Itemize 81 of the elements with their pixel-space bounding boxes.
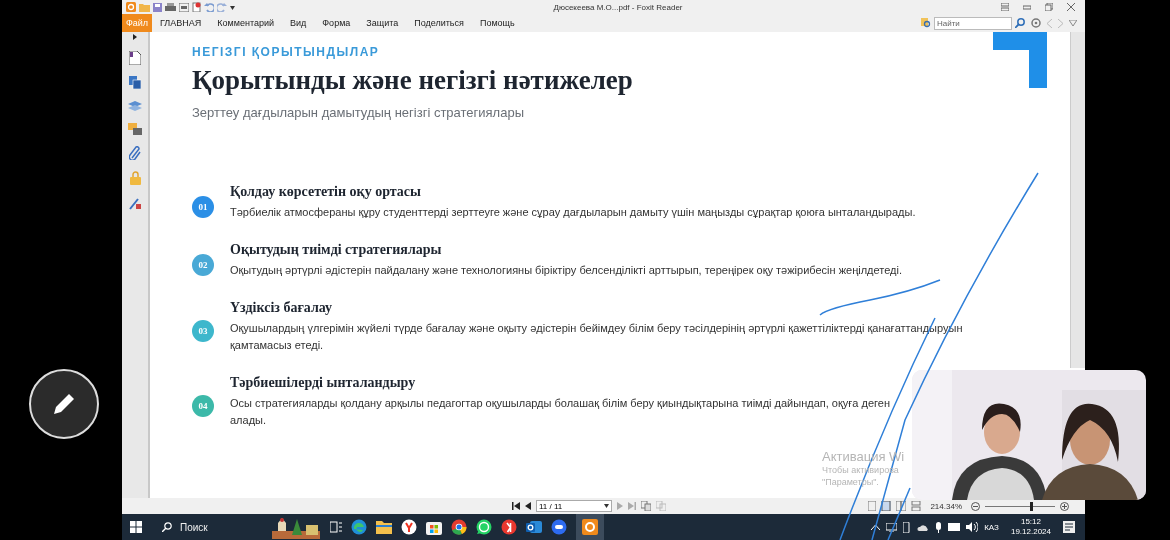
pages-icon[interactable] (129, 76, 141, 89)
pages-view-icon[interactable] (641, 501, 651, 511)
search-field[interactable]: Найти (934, 16, 1012, 30)
item-heading: Үздіксіз бағалау (230, 300, 334, 316)
menu-tab[interactable]: ГЛАВНАЯ (152, 14, 210, 32)
whatsapp-icon[interactable] (476, 519, 492, 535)
zoom-level[interactable]: 214.34% (930, 501, 962, 511)
menu-tab[interactable]: Комментарий (209, 14, 282, 32)
page-icon[interactable] (129, 51, 141, 65)
app-logo-icon (582, 519, 598, 535)
windows-icon (130, 521, 142, 533)
page-number-field[interactable]: 11 / 11 (536, 500, 612, 512)
slide-title: Қорытынды және негізгі нәтижелер (192, 65, 634, 96)
speaker-icon[interactable] (966, 522, 979, 532)
item-description: Тәрбиелік атмосфераны құру студенттерді зерттеуге және сұрау дағдыларын дамыту үшін маңызды сұрақтар қоюға ынталандырады. (230, 205, 917, 220)
continuous-page-icon[interactable] (881, 501, 892, 511)
number-badge: 02 (192, 253, 214, 276)
scan-icon[interactable] (179, 2, 189, 12)
notifications-icon[interactable] (1063, 521, 1075, 533)
zoom-out-icon[interactable] (971, 501, 980, 511)
menu-tab[interactable]: Поделиться (406, 14, 472, 32)
outlook-icon[interactable] (526, 519, 542, 535)
display-icon[interactable] (886, 522, 898, 532)
facing-pages-icon[interactable] (896, 501, 907, 511)
continuous-facing-icon[interactable] (911, 501, 922, 511)
scrollbar[interactable] (1070, 32, 1085, 368)
slider-thumb[interactable] (1029, 501, 1033, 511)
phone-icon[interactable] (903, 521, 912, 533)
taskbar-app-button[interactable] (576, 514, 604, 540)
dropdown-icon[interactable] (1069, 20, 1077, 26)
search-icon (162, 522, 172, 532)
town-drawing (270, 515, 322, 539)
menu-tab[interactable]: Вид (282, 14, 315, 32)
language-indicator[interactable]: КАЗ (984, 522, 999, 532)
chevron-up-icon[interactable] (871, 524, 881, 530)
signature-icon[interactable] (128, 196, 142, 210)
corner-decoration (993, 32, 1047, 88)
item-description: Осы стратегияларды қолдану арқылы педагогтар оқушыларды болашақ білім беру қиындықтарына тиімді дайындап, оқуға деген алады. (230, 396, 891, 428)
comments-icon[interactable] (128, 123, 142, 135)
layers-icon[interactable] (128, 100, 142, 112)
menu-tab[interactable]: Форма (314, 14, 359, 32)
new-document-icon[interactable] (192, 2, 201, 12)
folder-icon[interactable] (376, 520, 392, 534)
chrome-icon[interactable] (451, 519, 467, 535)
item-description: Оқытудың әртүрлі әдістерін пайдалану және технологияны біріктіру белсенділікті арттырып, тереңірек оқу тәжірибесін жеңілдетеді. (230, 263, 903, 278)
menu-tab[interactable]: Защита (358, 14, 407, 32)
search-icon[interactable] (1015, 18, 1025, 28)
find-icon[interactable] (921, 18, 931, 28)
edge-icon[interactable] (351, 519, 367, 535)
item-heading: Оқытудың тиімді стратегиялары (230, 242, 443, 258)
window-title: Дюсекеева М.О...pdf - Foxit Reader (552, 2, 684, 12)
caret-icon (604, 504, 609, 508)
gear-icon[interactable] (1031, 18, 1041, 28)
item-heading: Тәрбиешілерді ынталандыру (230, 375, 417, 391)
microphone-icon[interactable] (935, 521, 943, 533)
slide-eyebrow: НЕГІЗГІ ҚОРЫТЫНДЫЛАР (192, 45, 381, 59)
minimize-icon[interactable] (1023, 3, 1031, 11)
taskbar-search[interactable]: Поиск (150, 514, 270, 540)
caret-icon[interactable] (230, 4, 235, 10)
menu-tab[interactable]: Помощь (471, 14, 523, 32)
expand-arrow-icon[interactable] (133, 34, 137, 40)
close-icon[interactable] (1067, 3, 1075, 11)
number-badge: 01 (192, 195, 214, 218)
number-badge: 04 (192, 395, 214, 417)
slide-subtitle: Зерттеу дағдыларын дамытудың негізгі стратегиялары (192, 105, 525, 120)
number-badge: 03 (192, 320, 214, 342)
zoom-in-icon[interactable] (1060, 501, 1069, 511)
print-icon[interactable] (165, 2, 176, 12)
clock[interactable]: 15:12 19.12.2024 (1010, 517, 1051, 537)
restore-icon[interactable] (1045, 3, 1053, 11)
yandex-browser-icon[interactable] (401, 519, 417, 535)
paperclip-icon[interactable] (129, 146, 141, 160)
store-icon[interactable] (426, 519, 442, 535)
ribbon-toggle-icon[interactable] (1001, 3, 1009, 11)
first-page-icon[interactable] (512, 502, 520, 510)
cloud-icon[interactable] (917, 523, 930, 531)
item-heading: Қолдау көрсететін оқу ортасы (230, 184, 422, 200)
previous-page-icon[interactable] (525, 502, 531, 510)
save-icon[interactable] (153, 2, 162, 12)
task-view-icon[interactable] (330, 521, 342, 533)
single-page-icon[interactable] (868, 501, 877, 511)
